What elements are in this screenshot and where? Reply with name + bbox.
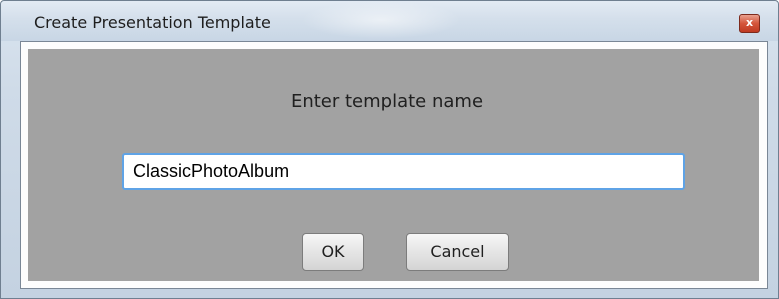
cancel-button[interactable]: Cancel	[406, 233, 509, 271]
prompt-label: Enter template name	[290, 91, 484, 112]
dialog-content: Enter template name OK Cancel	[28, 49, 759, 281]
window-title: Create Presentation Template	[34, 13, 271, 32]
title-bar[interactable]: Create Presentation Template x	[1, 1, 778, 41]
close-button[interactable]: x	[739, 14, 760, 33]
dialog-window: Create Presentation Template x Enter tem…	[0, 0, 779, 299]
title-bar-glow	[301, 1, 461, 39]
close-icon: x	[745, 16, 754, 29]
ok-button[interactable]: OK	[302, 233, 364, 271]
template-name-input[interactable]	[122, 153, 685, 190]
